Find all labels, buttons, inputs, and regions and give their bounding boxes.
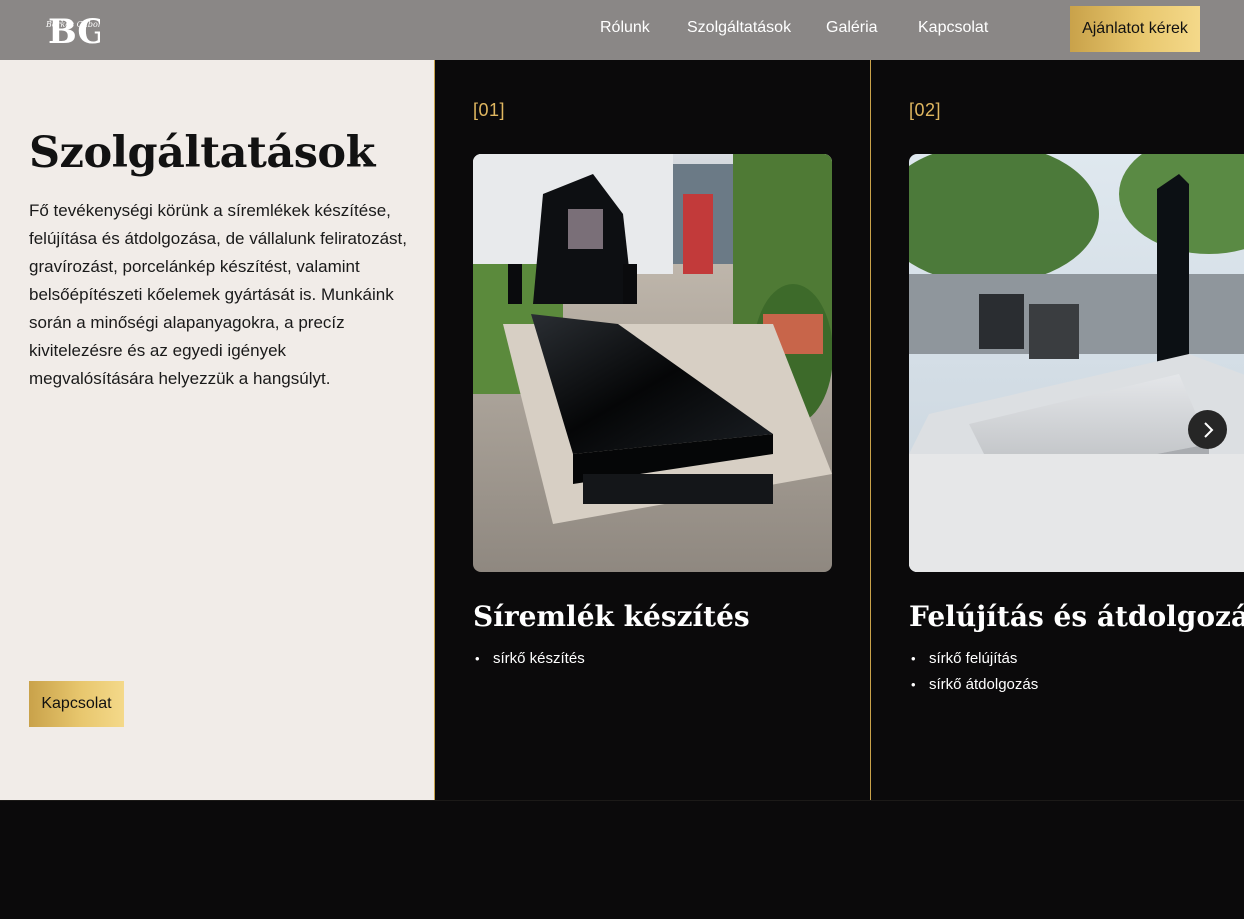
nav-rolunk[interactable]: Rólunk [600, 19, 650, 37]
brand-monogram-logo: BG Berkes Gábor [45, 12, 106, 52]
card-feature-list: sírkő készítés [473, 646, 585, 672]
chevron-right-icon [1203, 421, 1213, 438]
footer-strip [0, 800, 1244, 919]
request-quote-button[interactable]: Ajánlatot kérek [1070, 6, 1200, 52]
list-item: sírkő felújítás [909, 646, 1038, 672]
intro-paragraph: Fő tevékenységi körünk a síremlékek kész… [29, 201, 408, 388]
services-intro: Szolgáltatások Fő tevékenységi körünk a … [0, 60, 434, 800]
card-number: [02] [909, 100, 942, 120]
card-feature-list: sírkő felújítás sírkő átdolgozás [909, 646, 1038, 698]
nav-kapcsolat[interactable]: Kapcsolat [918, 19, 988, 37]
card-number: [01] [473, 100, 506, 120]
logo-letters: BG [48, 12, 100, 51]
brand-logo[interactable]: BG Berkes Gábor [44, 9, 106, 52]
page-title: Szolgáltatások [29, 128, 375, 178]
contact-button[interactable]: Kapcsolat [29, 681, 124, 727]
site-header: BG Berkes Gábor Rólunk Szolgáltatások Ga… [0, 0, 1244, 60]
gravestone-photo-graphic [473, 154, 832, 572]
gravestone-photo [473, 154, 832, 572]
restored-gravestone-photo [909, 154, 1244, 572]
nav-szolgaltatasok[interactable]: Szolgáltatások [687, 19, 791, 37]
list-item: sírkő készítés [473, 646, 585, 672]
carousel-next-button[interactable] [1188, 410, 1227, 449]
card-title: Felújítás és átdolgozás [909, 600, 1244, 633]
restored-gravestone-graphic [909, 154, 1244, 572]
nav-galeria[interactable]: Galéria [826, 19, 878, 37]
card-title: Síremlék készítés [473, 600, 750, 633]
list-item: sírkő átdolgozás [909, 672, 1038, 698]
service-card-1: [01] Síremlék készítés • sírkő készítés [434, 60, 870, 800]
logo-script: Berkes Gábor [45, 20, 100, 29]
